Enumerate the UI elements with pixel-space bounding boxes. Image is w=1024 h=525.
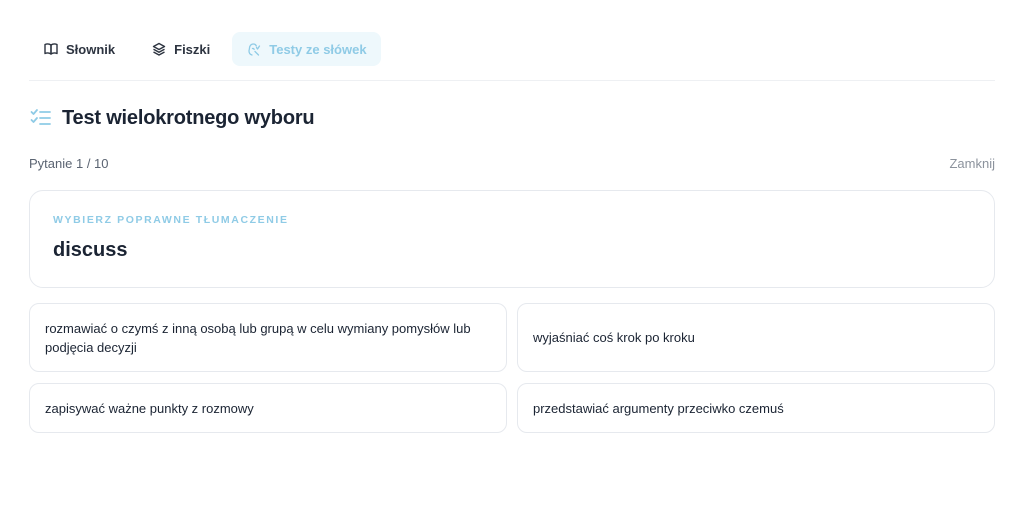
tab-fiszki-label: Fiszki — [174, 41, 211, 57]
question-card: WYBIERZ POPRAWNE TŁUMACZENIE discuss — [29, 190, 995, 288]
close-button[interactable]: Zamknij — [949, 156, 995, 171]
checklist-icon — [29, 106, 53, 130]
tab-fiszki[interactable]: Fiszki — [137, 32, 224, 66]
main-tabs: Słownik Fiszki Testy ze słówek — [29, 32, 381, 66]
answer-option-4[interactable]: przedstawiać argumenty przeciwko czemuś — [517, 383, 995, 433]
page-title: Test wielokrotnego wyboru — [62, 106, 315, 129]
layers-icon — [151, 41, 167, 57]
brain-icon — [246, 41, 262, 57]
tab-slownik-label: Słownik — [66, 41, 116, 57]
question-progress: Pytanie 1 / 10 — [29, 156, 109, 171]
header-divider — [29, 80, 995, 81]
question-hint: WYBIERZ POPRAWNE TŁUMACZENIE — [53, 214, 289, 226]
tab-testy-label: Testy ze słówek — [269, 41, 367, 57]
tab-testy[interactable]: Testy ze słówek — [232, 32, 381, 66]
answer-option-1[interactable]: rozmawiać o czymś z inną osobą lub grupą… — [29, 303, 507, 372]
question-word: discuss — [53, 239, 128, 261]
test-heading: Test wielokrotnego wyboru — [29, 106, 315, 130]
answer-option-3[interactable]: zapisywać ważne punkty z rozmowy — [29, 383, 507, 433]
answer-option-2[interactable]: wyjaśniać coś krok po kroku — [517, 303, 995, 372]
tab-slownik[interactable]: Słownik — [29, 32, 129, 66]
book-open-icon — [43, 41, 59, 57]
